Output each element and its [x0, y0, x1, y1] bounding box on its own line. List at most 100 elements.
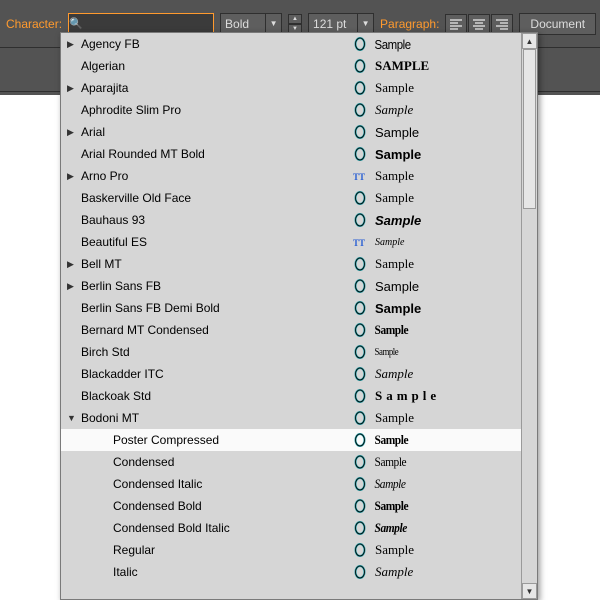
search-icon: 🔍: [69, 17, 83, 30]
font-name-label: Agency FB: [79, 37, 349, 51]
font-name-label: Birch Std: [79, 345, 349, 359]
expand-triangle-icon[interactable]: ▶: [67, 39, 79, 50]
opentype-icon: [349, 257, 371, 271]
font-family-item[interactable]: ▶Arno ProTTSample: [61, 165, 537, 187]
font-scrollbar[interactable]: ▲ ▼: [521, 33, 537, 599]
align-right-button[interactable]: [491, 14, 513, 34]
font-sample-label: Sample: [371, 37, 517, 52]
character-label: Character:: [6, 17, 62, 31]
expand-triangle-icon[interactable]: ▶: [67, 83, 79, 94]
font-sample-label: SAMPLE: [371, 58, 537, 74]
font-name-label: Aphrodite Slim Pro: [79, 103, 349, 117]
font-sample-label: Sample: [371, 190, 537, 206]
font-sample-label: Sample: [371, 237, 537, 248]
font-family-item[interactable]: Berlin Sans FB Demi Bold Sample: [61, 297, 537, 319]
font-name-label: Condensed Bold: [79, 499, 349, 513]
font-name-label: Condensed Italic: [79, 477, 349, 491]
font-family-item[interactable]: Birch Std Sample: [61, 341, 537, 363]
font-weight-dropdown-button[interactable]: ▼: [265, 14, 281, 34]
font-sample-label: Sample: [371, 213, 537, 228]
font-sample-label: Sample: [371, 388, 537, 404]
font-family-item[interactable]: ▶Bell MTSample: [61, 253, 537, 275]
font-name-label: Algerian: [79, 59, 349, 73]
font-sample-label: Sample: [371, 432, 517, 448]
font-name-label: Italic: [79, 565, 349, 579]
expand-triangle-icon[interactable]: ▶: [67, 259, 79, 270]
svg-text:T: T: [359, 238, 365, 248]
opentype-icon: [349, 433, 371, 447]
font-family-item[interactable]: ▶Agency FB Sample: [61, 33, 537, 55]
font-family-item[interactable]: ▶Berlin Sans FBSample: [61, 275, 537, 297]
opentype-icon: [349, 279, 371, 293]
font-family-item[interactable]: Algerian SAMPLE: [61, 55, 537, 77]
font-sample-label: Sample: [371, 256, 537, 272]
font-family-item[interactable]: Bauhaus 93Sample: [61, 209, 537, 231]
scroll-up-button[interactable]: ▲: [522, 33, 537, 49]
font-size-dropdown-button[interactable]: ▼: [357, 14, 373, 34]
expand-triangle-icon[interactable]: ▶: [67, 171, 79, 182]
font-name-label: Poster Compressed: [79, 433, 349, 447]
font-size-input[interactable]: [309, 14, 357, 34]
font-variant-item[interactable]: Condensed Bold Sample: [61, 495, 537, 517]
font-name-label: Bodoni MT: [79, 411, 349, 425]
expand-triangle-icon[interactable]: ▶: [67, 281, 79, 292]
font-sample-label: Sample: [371, 454, 517, 470]
font-variant-item[interactable]: ItalicSample: [61, 561, 537, 583]
scroll-track[interactable]: [522, 49, 537, 583]
font-name-label: Regular: [79, 543, 349, 557]
opentype-icon: [349, 367, 371, 381]
font-family-item[interactable]: Baskerville Old Face Sample: [61, 187, 537, 209]
font-name-label: Bernard MT Condensed: [79, 323, 349, 337]
font-family-input[interactable]: [83, 14, 238, 34]
font-sample-label: Sample: [371, 301, 537, 316]
expand-triangle-icon[interactable]: ▼: [67, 413, 79, 423]
opentype-icon: [349, 213, 371, 227]
font-list[interactable]: ▶Agency FBSampleAlgerianSAMPLE▶Aparajita…: [61, 33, 537, 599]
font-family-item[interactable]: Aphrodite Slim Pro Sample: [61, 99, 537, 121]
font-sample-label: Sample: [371, 80, 537, 96]
opentype-icon: [349, 125, 371, 139]
font-family-item[interactable]: ▶ArialSample: [61, 121, 537, 143]
font-weight-input[interactable]: [221, 14, 265, 34]
font-name-label: Berlin Sans FB Demi Bold: [79, 301, 349, 315]
paragraph-label: Paragraph:: [380, 17, 439, 31]
font-family-item[interactable]: Bernard MT Condensed Sample: [61, 319, 537, 341]
font-variant-item[interactable]: Poster Compressed Sample: [61, 429, 537, 451]
font-name-label: Condensed Bold Italic: [79, 521, 349, 535]
opentype-icon: [349, 191, 371, 205]
font-sample-label: Sample: [371, 347, 517, 358]
font-family-item[interactable]: ▶AparajitaSample: [61, 77, 537, 99]
font-sample-label: Sample: [371, 322, 517, 338]
scroll-down-button[interactable]: ▼: [522, 583, 537, 599]
expand-triangle-icon[interactable]: ▶: [67, 127, 79, 138]
align-center-button[interactable]: [468, 14, 490, 34]
font-size-up-button[interactable]: ▲: [288, 14, 302, 24]
font-sample-label: Sample: [371, 102, 537, 118]
scroll-thumb[interactable]: [523, 49, 536, 209]
font-variant-item[interactable]: CondensedSample: [61, 451, 537, 473]
font-variant-item[interactable]: Condensed Bold ItalicSample: [61, 517, 537, 539]
opentype-icon: [349, 323, 371, 337]
font-family-item[interactable]: Arial Rounded MT BoldSample: [61, 143, 537, 165]
font-sample-label: Sample: [371, 498, 517, 514]
font-name-label: Blackoak Std: [79, 389, 349, 403]
opentype-icon: [349, 411, 371, 425]
opentype-icon: [349, 81, 371, 95]
font-family-item[interactable]: Blackoak Std Sample: [61, 385, 537, 407]
opentype-icon: [349, 147, 371, 161]
font-name-label: Baskerville Old Face: [79, 191, 349, 205]
font-dropdown-panel: ▶Agency FBSampleAlgerianSAMPLE▶Aparajita…: [60, 32, 538, 600]
font-name-label: Arial Rounded MT Bold: [79, 147, 349, 161]
font-size-stepper[interactable]: ▲ ▼: [288, 14, 302, 34]
align-left-button[interactable]: [445, 14, 467, 34]
font-sample-label: Sample: [371, 125, 537, 140]
font-variant-item[interactable]: RegularSample: [61, 539, 537, 561]
svg-text:T: T: [359, 172, 365, 182]
font-family-item[interactable]: ▼Bodoni MTSample: [61, 407, 537, 429]
font-family-item[interactable]: Blackadder ITCSample: [61, 363, 537, 385]
font-family-item[interactable]: Beautiful ESTTSample: [61, 231, 537, 253]
font-sample-label: Sample: [371, 168, 537, 184]
font-variant-item[interactable]: Condensed ItalicSample: [61, 473, 537, 495]
opentype-icon: [349, 301, 371, 315]
opentype-icon: [349, 59, 371, 73]
